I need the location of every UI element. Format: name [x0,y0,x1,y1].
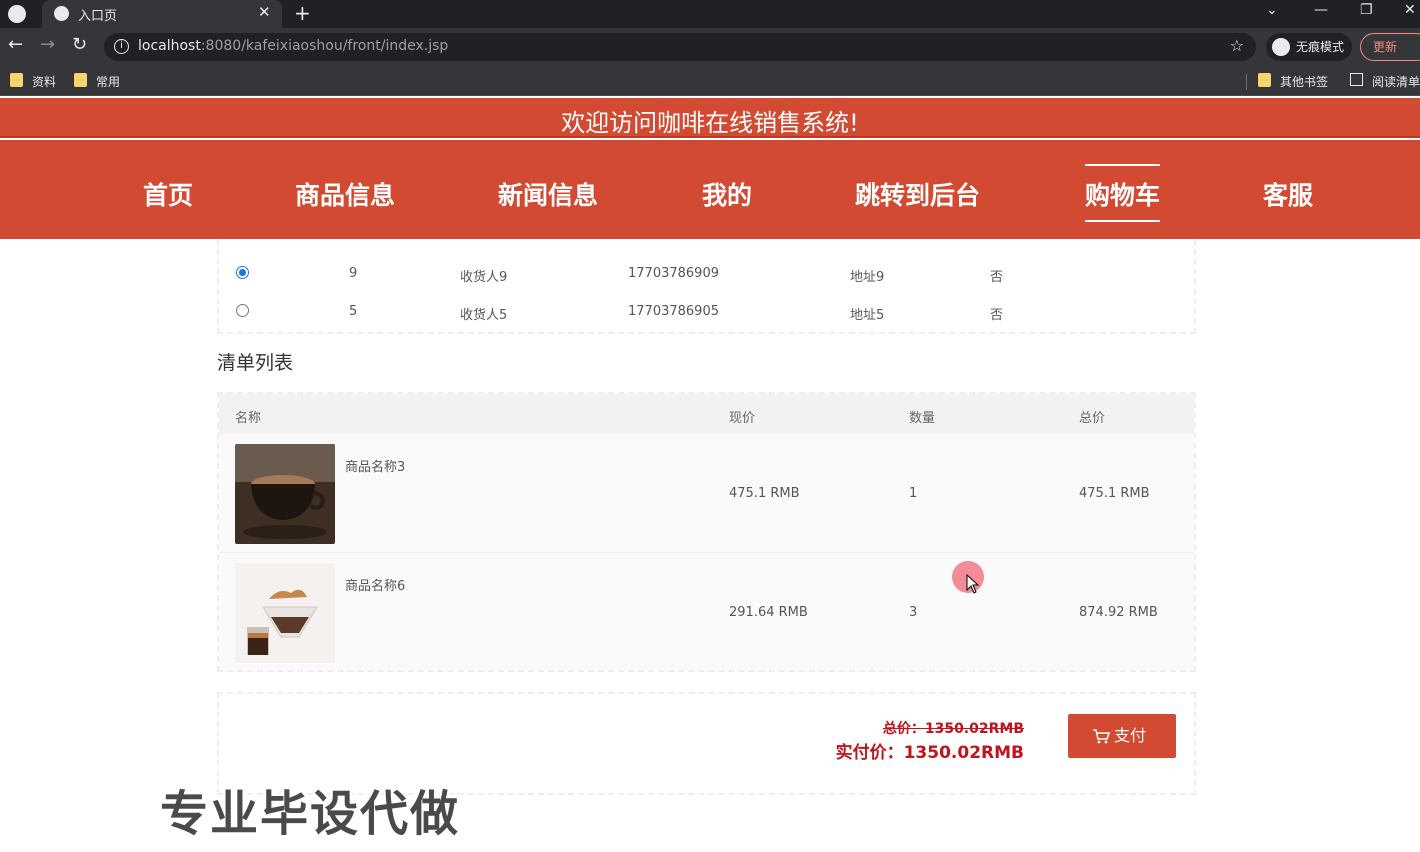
table-row[interactable]: 9 收货人9 17703786909 地址9 否 [219,255,1198,293]
browser-tab[interactable]: 入口页 ✕ [42,0,282,28]
reading-list-icon [1350,73,1363,86]
url-host: localhost [138,38,201,54]
nav-news[interactable]: 新闻信息 [498,176,598,212]
tab-title: 入口页 [78,9,118,24]
nav-service[interactable]: 客服 [1263,176,1313,212]
order-table: 名称 现价 数量 总价 商品名称3 475.1 RMB 1 475.1 RMB [217,392,1196,672]
order-table-header: 名称 现价 数量 总价 [219,394,1194,434]
incognito-label: 无痕模式 [1296,40,1345,54]
product-qty: 1 [909,486,918,501]
address-text: 地址9 [850,270,885,285]
header-qty: 数量 [909,411,936,426]
nav-home[interactable]: 首页 [143,176,193,212]
address-phone: 17703786905 [628,304,719,319]
folder-icon [10,73,23,87]
header-total: 总价 [1079,411,1106,426]
address-radio[interactable] [236,304,249,317]
product-price: 475.1 RMB [729,486,800,501]
new-tab-icon[interactable]: + [294,1,311,25]
nav-admin[interactable]: 跳转到后台 [855,176,980,212]
forward-icon[interactable]: → [40,34,55,55]
address-name: 收货人5 [460,308,508,323]
product-total: 874.92 RMB [1079,605,1158,620]
window-close-icon[interactable]: ✕ [1404,2,1416,18]
table-row[interactable]: 5 收货人5 17703786905 地址5 否 [219,293,1198,331]
restore-icon[interactable]: ❐ [1360,2,1373,18]
original-total: 总价：1350.02RMB [882,721,1024,737]
actual-total: 实付价：1350.02RMB [835,743,1024,763]
update-label: 更新 [1373,40,1398,54]
site-title: 欢迎访问咖啡在线销售系统! [561,109,859,137]
reading-list[interactable]: 阅读清单 [1350,73,1420,90]
cart-icon [1093,729,1110,744]
bookmark-folder-other[interactable]: 其他书签 [1258,73,1328,90]
product-image[interactable] [235,563,335,663]
globe-icon [54,6,69,21]
address-id: 9 [349,266,358,281]
folder-icon [74,73,87,87]
bookmark-label: 资料 [32,75,57,89]
product-image[interactable] [235,444,335,544]
address-default: 否 [990,308,1004,323]
close-icon[interactable]: ✕ [258,3,271,21]
bookmark-folder-changyong[interactable]: 常用 [74,73,120,90]
address-text: 地址5 [850,308,885,323]
address-table: 9 收货人9 17703786909 地址9 否 5 收货人5 17703786… [217,239,1196,334]
address-name: 收货人9 [460,270,508,285]
url-path: :8080/kafeixiaoshou/front/index.jsp [200,38,449,54]
back-icon[interactable]: ← [8,34,23,55]
bookmark-star-icon[interactable]: ☆ [1230,36,1244,55]
header-name: 名称 [235,411,262,426]
address-default: 否 [990,270,1004,285]
table-row: 商品名称3 475.1 RMB 1 475.1 RMB [219,434,1194,552]
address-phone: 17703786909 [628,266,719,281]
bookmark-folder-ziliao[interactable]: 资料 [10,73,56,90]
browser-menu-icon[interactable] [8,5,26,23]
url-text[interactable]: localhost:8080/kafeixiaoshou/front/index… [138,38,448,54]
minimize-icon[interactable]: — [1314,2,1328,18]
bookmark-label: 阅读清单 [1372,75,1420,89]
site-banner: 欢迎访问咖啡在线销售系统! [0,98,1420,138]
product-price: 291.64 RMB [729,605,808,620]
chevron-down-icon[interactable]: ⌄ [1266,2,1278,18]
order-list-title: 清单列表 [217,352,294,374]
nav-cart[interactable]: 购物车 [1085,164,1161,222]
bookmark-divider [1246,74,1247,90]
product-total: 475.1 RMB [1079,486,1150,501]
address-bar[interactable]: i localhost:8080/kafeixiaoshou/front/ind… [104,33,1256,61]
cursor-arrow-icon [966,574,980,594]
pay-label: 支付 [1114,726,1147,745]
address-id: 5 [349,304,358,319]
incognito-indicator[interactable]: 无痕模式 [1266,33,1353,61]
incognito-icon [1272,38,1290,56]
bookmarks-bar: 资料 常用 其他书签 阅读清单 [0,66,1420,96]
product-name[interactable]: 商品名称6 [345,575,405,594]
watermark-text: 专业毕设代做 [160,786,461,842]
nav-products[interactable]: 商品信息 [295,176,395,212]
pay-button[interactable]: 支付 [1068,714,1176,758]
browser-toolbar: ← → ↻ i localhost:8080/kafeixiaoshou/fro… [0,28,1420,66]
folder-icon [1258,73,1271,87]
address-radio[interactable] [236,266,249,279]
main-nav: 首页 商品信息 新闻信息 我的 跳转到后台 购物车 客服 [0,140,1420,239]
bookmark-label: 其他书签 [1280,75,1329,89]
browser-tab-bar: 入口页 ✕ + ⌄ — ❐ ✕ [0,0,1420,28]
product-qty: 3 [909,605,918,620]
product-name[interactable]: 商品名称3 [345,456,405,475]
nav-mine[interactable]: 我的 [702,176,752,212]
bookmark-label: 常用 [96,75,121,89]
update-button[interactable]: 更新 [1360,33,1420,61]
reload-icon[interactable]: ↻ [72,34,87,55]
table-row: 商品名称6 291.64 RMB 3 874.92 RMB [219,552,1194,670]
header-price: 现价 [729,411,756,426]
info-icon[interactable]: i [114,39,129,54]
